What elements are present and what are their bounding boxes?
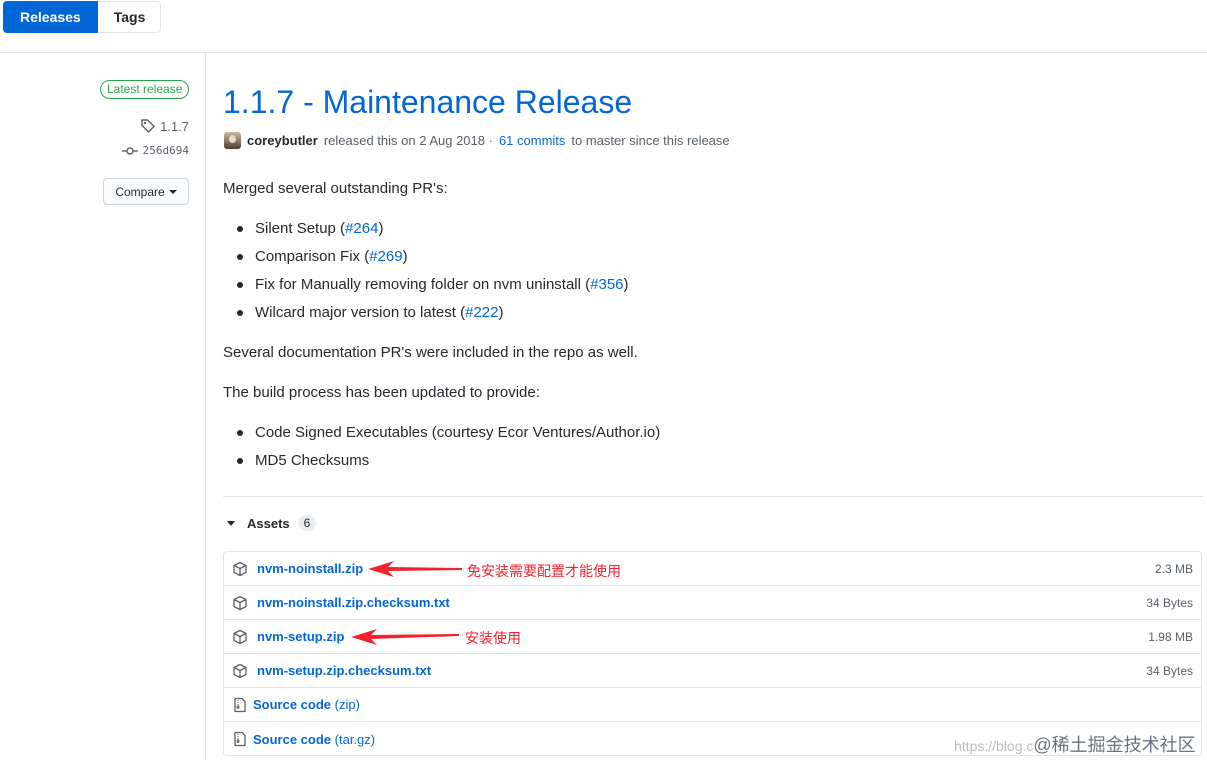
package-icon [233, 629, 247, 645]
source-code-tar-link[interactable]: Source code (tar.gz) [253, 732, 375, 747]
asset-size: 34 Bytes [1146, 663, 1193, 678]
asset-link[interactable]: nvm-setup.zip.checksum.txt [257, 663, 431, 678]
release-tabs: Releases Tags [3, 1, 162, 33]
asset-link[interactable]: nvm-setup.zip [257, 629, 344, 644]
release-title[interactable]: 1.1.7 - Maintenance Release [223, 84, 632, 121]
assets-label: Assets [247, 515, 290, 531]
pr-link[interactable]: #356 [590, 276, 623, 293]
asset-size: 1.98 MB [1148, 629, 1193, 644]
tag-icon [141, 119, 155, 133]
assets-toggle[interactable]: Assets 6 [227, 515, 317, 531]
tab-tags[interactable]: Tags [97, 1, 162, 33]
list-item: Code Signed Executables (courtesy Ecor V… [237, 424, 660, 441]
avatar[interactable] [224, 132, 241, 149]
asset-row: Source code (zip) [224, 688, 1201, 722]
annotation-arrow [351, 629, 459, 645]
chevron-down-icon [168, 189, 177, 194]
asset-row: nvm-noinstall.zip.checksum.txt 34 Bytes [224, 586, 1201, 620]
compare-button[interactable]: Compare [103, 178, 189, 205]
build-intro: The build process has been updated to pr… [223, 384, 540, 401]
annotation-note: 免安装需要配置才能使用 [467, 564, 621, 580]
pr-link[interactable]: #264 [345, 220, 378, 237]
pr-link[interactable]: #222 [465, 304, 498, 321]
annotation-note: 安装使用 [465, 631, 521, 647]
asset-link[interactable]: nvm-noinstall.zip [257, 561, 363, 576]
asset-link[interactable]: nvm-noinstall.zip.checksum.txt [257, 595, 450, 610]
header-divider [0, 52, 1207, 53]
watermark: https://blog.c@稀土掘金技术社区 [954, 735, 1196, 755]
commits-link[interactable]: 61 commits [499, 133, 565, 148]
list-item: Wilcard major version to latest (#222) [237, 304, 503, 321]
list-item: Silent Setup (#264) [237, 220, 383, 237]
file-zip-icon [234, 697, 246, 713]
assets-list: nvm-noinstall.zip 2.3 MB nvm-noinstall.z… [223, 551, 1202, 756]
since-release-text: to master since this release [571, 133, 730, 148]
assets-count-badge: 6 [297, 515, 317, 531]
package-icon [233, 663, 247, 679]
annotation-arrow [368, 561, 462, 577]
commit-sha: 256d694 [142, 144, 189, 157]
file-zip-icon [234, 731, 246, 747]
list-item: Fix for Manually removing folder on nvm … [237, 276, 629, 293]
pr-link[interactable]: #269 [369, 248, 402, 265]
tab-releases[interactable]: Releases [3, 1, 98, 33]
commit-icon [121, 146, 138, 155]
tag-label: 1.1.7 [160, 118, 189, 134]
release-byline: coreybutler released this on 2 Aug 2018 … [224, 132, 730, 149]
package-icon [233, 561, 247, 577]
source-code-zip-link[interactable]: Source code (zip) [253, 697, 360, 712]
asset-size: 2.3 MB [1154, 561, 1193, 576]
list-item: Comparison Fix (#269) [237, 248, 408, 265]
package-icon [233, 595, 247, 611]
released-date-text: released this on 2 Aug 2018 · [323, 133, 493, 148]
release-commit[interactable]: 256d694 [121, 144, 189, 157]
asset-row: nvm-setup.zip.checksum.txt 34 Bytes [224, 654, 1201, 688]
triangle-down-icon [227, 520, 235, 526]
latest-release-badge: Latest release [100, 80, 190, 99]
asset-size: 34 Bytes [1146, 595, 1193, 610]
compare-label: Compare [115, 184, 165, 199]
assets-divider [223, 496, 1203, 497]
notes-intro: Merged several outstanding PR's: [223, 180, 448, 197]
author-link[interactable]: coreybutler [247, 133, 318, 148]
sidebar-divider [205, 53, 206, 760]
docs-note: Several documentation PR's were included… [223, 344, 638, 361]
release-tag[interactable]: 1.1.7 [140, 118, 189, 134]
list-item: MD5 Checksums [237, 452, 369, 469]
